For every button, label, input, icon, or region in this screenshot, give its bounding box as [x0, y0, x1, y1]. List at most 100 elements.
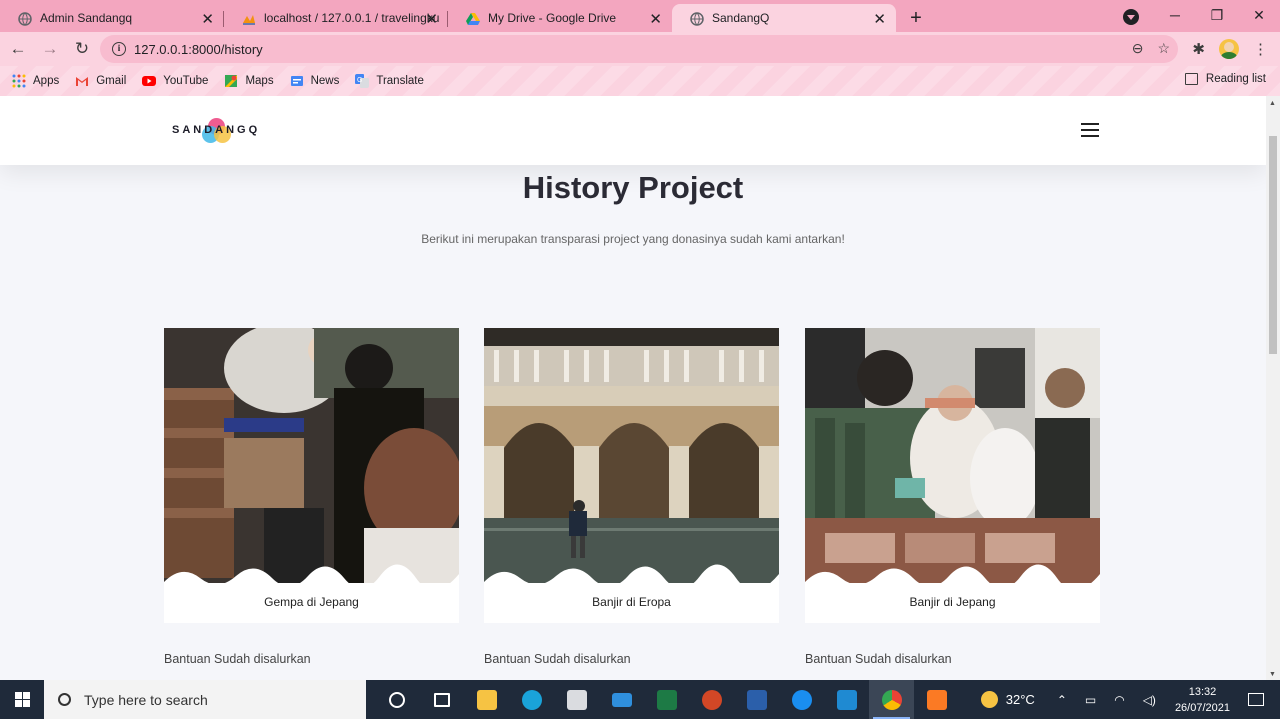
clock-time: 13:32: [1188, 685, 1217, 698]
tab-google-drive[interactable]: My Drive - Google Drive ✕: [448, 4, 672, 32]
taskbar-clock[interactable]: 13:32 26/07/2021: [1175, 684, 1230, 716]
reading-list-label: Reading list: [1205, 73, 1266, 85]
site-header: SANDANGQ: [0, 96, 1266, 165]
powerpoint-icon[interactable]: [689, 680, 734, 719]
bookmark-maps[interactable]: Maps: [224, 74, 274, 88]
menu-kebab-icon[interactable]: ⋮: [1253, 40, 1268, 58]
search-placeholder: Type here to search: [84, 691, 208, 708]
bookmark-star-icon[interactable]: ☆: [1157, 40, 1170, 57]
page-subtitle: Berikut ini merupakan transparasi projec…: [421, 232, 845, 246]
web-page: SANDANGQ History Project Berikut ini mer…: [0, 96, 1266, 680]
translate-icon: G: [355, 74, 370, 88]
tab-search-icon[interactable]: [1123, 9, 1139, 25]
notification-icon[interactable]: [1248, 693, 1264, 706]
bookmark-apps[interactable]: Apps: [12, 74, 59, 88]
project-photo-volunteers-boxes: [164, 328, 459, 583]
teamviewer-icon[interactable]: [779, 680, 824, 719]
browser-toolbar: ← → ↻ i 127.0.0.1:8000/history ⊖ ☆ ✱ ⋮: [0, 32, 1280, 66]
zoom-icon[interactable]: ⊖: [1132, 40, 1144, 57]
project-card[interactable]: Banjir di Eropa: [484, 328, 779, 623]
search-icon: [58, 693, 71, 706]
scroll-up-icon[interactable]: ▲: [1269, 100, 1276, 107]
tab-title: SandangQ: [712, 11, 770, 25]
bookmark-label: YouTube: [163, 75, 209, 87]
xampp-icon[interactable]: [914, 680, 959, 719]
globe-icon: [690, 12, 704, 26]
google-drive-icon: [466, 13, 480, 25]
close-icon[interactable]: ✕: [425, 10, 438, 28]
chrome-icon[interactable]: [869, 680, 914, 719]
project-status: Bantuan Sudah disalurkan: [805, 652, 952, 666]
tab-title: localhost / 127.0.0.1 / travelingku: [264, 11, 440, 25]
start-button[interactable]: [0, 680, 44, 719]
bookmark-news[interactable]: News: [290, 74, 339, 88]
bookmark-label: Maps: [245, 75, 274, 87]
browser-tab-strip: Admin Sandangq ✕ localhost / 127.0.0.1 /…: [0, 0, 1280, 32]
minimize-icon[interactable]: ─: [1154, 7, 1196, 23]
logo-text: SANDANGQ: [172, 124, 261, 136]
gmail-icon: [76, 77, 89, 86]
close-icon[interactable]: ✕: [873, 10, 886, 28]
extensions-icon[interactable]: ✱: [1192, 40, 1205, 58]
reading-list-button[interactable]: Reading list: [1184, 73, 1266, 85]
close-icon[interactable]: ✕: [649, 10, 662, 28]
project-status: Bantuan Sudah disalurkan: [164, 652, 311, 666]
show-hidden-icons-icon[interactable]: ⌃: [1057, 693, 1067, 707]
site-info-icon[interactable]: i: [112, 42, 126, 56]
profile-avatar[interactable]: [1219, 39, 1239, 59]
weather-temperature[interactable]: 32°C: [1006, 692, 1035, 707]
bookmark-label: Translate: [376, 75, 424, 87]
tab-sandangq[interactable]: SandangQ ✕: [672, 4, 896, 32]
battery-icon[interactable]: ▭: [1085, 693, 1096, 707]
restore-icon[interactable]: ❐: [1196, 7, 1238, 24]
weather-icon[interactable]: [980, 691, 998, 708]
microsoft-store-icon[interactable]: [554, 680, 599, 719]
project-status: Bantuan Sudah disalurkan: [484, 652, 631, 666]
hamburger-menu-icon[interactable]: [1081, 123, 1099, 137]
sandangq-logo[interactable]: SANDANGQ: [172, 116, 268, 146]
wifi-icon[interactable]: ◠: [1114, 693, 1124, 707]
reload-icon[interactable]: ↻: [68, 39, 96, 59]
scrollbar-thumb[interactable]: [1269, 136, 1277, 354]
wave-divider: [164, 564, 459, 590]
wave-divider: [805, 564, 1100, 590]
tab-phpmyadmin[interactable]: localhost / 127.0.0.1 / travelingku ✕: [224, 4, 448, 32]
svg-text:G: G: [357, 77, 362, 84]
system-tray: 32°C ⌃ ▭ ◠ ◁) 13:32 26/07/2021: [980, 680, 1280, 719]
close-window-icon[interactable]: ✕: [1238, 7, 1280, 24]
address-bar[interactable]: i 127.0.0.1:8000/history ⊖ ☆: [100, 35, 1178, 63]
wave-divider: [484, 564, 779, 590]
page-scrollbar[interactable]: ▲ ▼: [1266, 96, 1280, 680]
scroll-down-icon[interactable]: ▼: [1269, 671, 1276, 678]
maps-icon: [225, 75, 238, 87]
new-tab-button[interactable]: +: [896, 4, 936, 32]
cortana-icon[interactable]: [374, 680, 419, 719]
project-photo-food-distribution: [805, 328, 1100, 583]
excel-icon[interactable]: [644, 680, 689, 719]
volume-icon[interactable]: ◁): [1143, 693, 1156, 707]
project-card[interactable]: Banjir di Jepang: [805, 328, 1100, 623]
window-controls: ─ ❐ ✕: [1154, 0, 1280, 30]
mail-icon[interactable]: [599, 680, 644, 719]
bookmarks-bar: Apps Gmail YouTube Maps News G Translate…: [0, 66, 1280, 96]
page-title: History Project: [522, 170, 744, 205]
project-caption: Gempa di Jepang: [264, 595, 359, 609]
file-explorer-icon[interactable]: [464, 680, 509, 719]
forward-icon[interactable]: →: [36, 39, 64, 59]
word-icon[interactable]: [734, 680, 779, 719]
bookmark-translate[interactable]: G Translate: [355, 74, 424, 88]
project-card[interactable]: Gempa di Jepang: [164, 328, 459, 623]
taskbar-search[interactable]: Type here to search: [44, 680, 366, 719]
vscode-icon[interactable]: [824, 680, 869, 719]
bookmark-youtube[interactable]: YouTube: [142, 74, 208, 88]
tab-title: My Drive - Google Drive: [488, 11, 617, 25]
tab-title: Admin Sandangq: [40, 11, 133, 25]
windows-taskbar: Type here to search 32°C ⌃ ▭ ◠ ◁) 13:32 …: [0, 680, 1280, 719]
close-icon[interactable]: ✕: [201, 10, 214, 28]
task-view-icon[interactable]: [419, 680, 464, 719]
edge-icon[interactable]: [509, 680, 554, 719]
windows-logo-icon: [14, 692, 30, 707]
back-icon[interactable]: ←: [4, 39, 32, 59]
bookmark-gmail[interactable]: Gmail: [75, 74, 126, 88]
tab-admin-sandangq[interactable]: Admin Sandangq ✕: [0, 4, 224, 32]
